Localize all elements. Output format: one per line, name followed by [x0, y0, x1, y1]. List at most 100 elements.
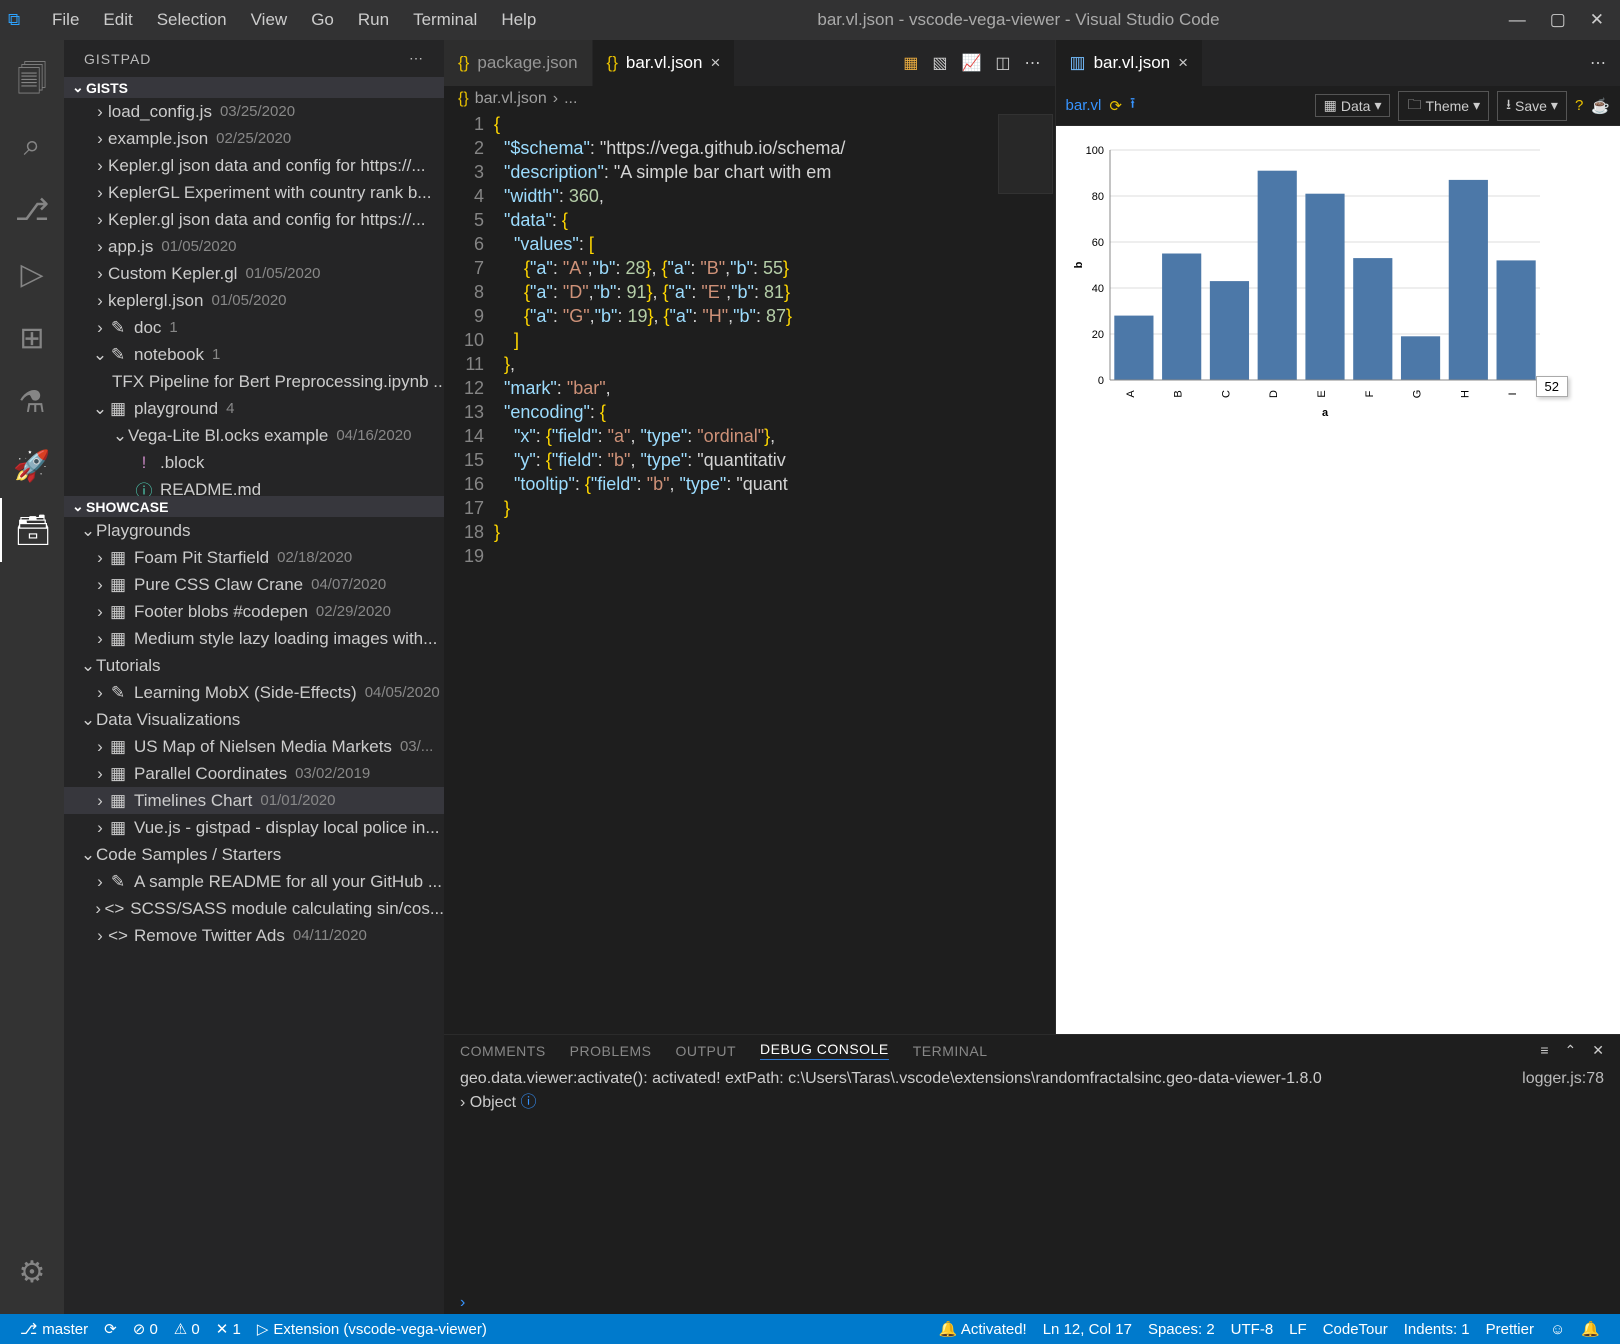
menu-terminal[interactable]: Terminal	[401, 6, 489, 34]
tab-close-icon[interactable]: ×	[710, 53, 720, 73]
menu-help[interactable]: Help	[489, 6, 548, 34]
tree-item[interactable]: ›▦US Map of Nielsen Media Markets03/...	[64, 733, 444, 760]
save-button[interactable]: ⭳ Save ▾	[1497, 91, 1567, 121]
panel-close-icon[interactable]: ✕	[1592, 1042, 1604, 1059]
rocket-icon[interactable]: 🚀	[0, 434, 64, 498]
tree-item[interactable]: ›▦Timelines Chart01/01/2020	[64, 787, 444, 814]
status-tasks[interactable]: ✕ 1	[208, 1320, 249, 1338]
section-showcase[interactable]: ⌄SHOWCASE	[64, 496, 444, 517]
tree-item[interactable]: ›▦Foam Pit Starfield02/18/2020	[64, 544, 444, 571]
code-editor[interactable]: 12345678910111213141516171819 { "$schema…	[444, 112, 1055, 1034]
debug-console-body[interactable]: logger.js:78geo.data.viewer:activate(): …	[444, 1066, 1620, 1292]
breadcrumb[interactable]: {}bar.vl.json›...	[444, 86, 1055, 112]
minimap[interactable]	[998, 114, 1053, 194]
menu-go[interactable]: Go	[299, 6, 346, 34]
tree-folder-notebook[interactable]: ⌄✎notebook1	[64, 341, 444, 368]
tab-bar-vl-json[interactable]: {}bar.vl.json×	[593, 40, 736, 86]
tree-folder-doc[interactable]: ›✎doc1	[64, 314, 444, 341]
side-panel-more-icon[interactable]: ⋯	[409, 50, 424, 67]
menu-view[interactable]: View	[239, 6, 300, 34]
code-content[interactable]: { "$schema": "https://vega.github.io/sch…	[494, 112, 1055, 1034]
more-actions-icon[interactable]: ⋯	[1025, 53, 1041, 73]
status-codetour[interactable]: CodeTour	[1315, 1320, 1396, 1338]
open-preview-icon[interactable]: ▧	[932, 53, 947, 73]
settings-icon[interactable]: ⚙	[0, 1240, 64, 1304]
window-minimize[interactable]: —	[1509, 10, 1526, 30]
tree-item[interactable]: ›✎Learning MobX (Side-Effects)04/05/2020	[64, 679, 444, 706]
status-indents[interactable]: Indents: 1	[1396, 1320, 1478, 1338]
donate-icon[interactable]: ☕	[1591, 97, 1610, 115]
status-activated[interactable]: 🔔 Activated!	[931, 1320, 1035, 1338]
tree-item[interactable]: ›✎A sample README for all your GitHub ..…	[64, 868, 444, 895]
status-encoding[interactable]: UTF-8	[1223, 1320, 1282, 1338]
more-actions-icon[interactable]: ⋯	[1590, 53, 1606, 73]
tree-folder-vegalite[interactable]: ⌄Vega-Lite Bl.ocks example04/16/2020	[64, 422, 444, 449]
log-object[interactable]: Object	[470, 1094, 516, 1111]
source-control-icon[interactable]: ⎇	[0, 178, 64, 242]
tree-group[interactable]: ⌄Code Samples / Starters	[64, 841, 444, 868]
tree-item[interactable]: ›▦Parallel Coordinates03/02/2019	[64, 760, 444, 787]
panel-tab-terminal[interactable]: TERMINAL	[913, 1043, 988, 1059]
panel-collapse-icon[interactable]: ⌃	[1565, 1042, 1577, 1059]
panel-tab-output[interactable]: OUTPUT	[675, 1043, 736, 1059]
status-errors[interactable]: ⊘ 0	[125, 1320, 166, 1338]
gistpad-icon[interactable]: 🗃	[0, 498, 64, 562]
status-eol[interactable]: LF	[1281, 1320, 1315, 1338]
status-position[interactable]: Ln 12, Col 17	[1035, 1320, 1140, 1338]
run-debug-icon[interactable]: ▷	[0, 242, 64, 306]
split-editor-icon[interactable]: ◫	[995, 53, 1010, 73]
panel-wrap-icon[interactable]: ≡	[1540, 1042, 1548, 1059]
tree-item[interactable]: ›Kepler.gl json data and config for http…	[64, 152, 444, 179]
status-prettier[interactable]: Prettier	[1478, 1320, 1542, 1338]
tab-package-json[interactable]: {}package.json	[444, 40, 593, 86]
status-bell-icon[interactable]: 🔔	[1573, 1320, 1608, 1338]
tree-group[interactable]: ⌄Playgrounds	[64, 517, 444, 544]
search-icon[interactable]: ⌕	[0, 114, 64, 178]
tree-folder-playground[interactable]: ⌄▦playground4	[64, 395, 444, 422]
tree-group[interactable]: ⌄Tutorials	[64, 652, 444, 679]
status-spaces[interactable]: Spaces: 2	[1140, 1320, 1223, 1338]
status-feedback-icon[interactable]: ☺	[1542, 1320, 1573, 1338]
tab-close-icon[interactable]: ×	[1178, 53, 1188, 73]
extensions-icon[interactable]: ⊞	[0, 306, 64, 370]
tree-item[interactable]: ›▦Medium style lazy loading images with.…	[64, 625, 444, 652]
window-maximize[interactable]: ▢	[1550, 10, 1566, 30]
window-close[interactable]: ✕	[1590, 10, 1604, 30]
bar-chart[interactable]: 020406080100ABCDEFGHIab	[1070, 140, 1550, 420]
tree-item[interactable]: ›<>Remove Twitter Ads04/11/2020	[64, 922, 444, 949]
tree-item[interactable]: ›Kepler.gl json data and config for http…	[64, 206, 444, 233]
tab-preview-bar-vl-json[interactable]: ▥bar.vl.json×	[1056, 40, 1204, 86]
tree-item[interactable]: ›app.js01/05/2020	[64, 233, 444, 260]
menu-edit[interactable]: Edit	[91, 6, 144, 34]
section-gists[interactable]: ⌄GISTS	[64, 77, 444, 98]
help-icon[interactable]: ?	[1575, 97, 1583, 114]
panel-tab-comments[interactable]: COMMENTS	[460, 1043, 546, 1059]
tree-item[interactable]: ›▦Vue.js - gistpad - display local polic…	[64, 814, 444, 841]
tree-file[interactable]: ⓘREADME.md	[64, 476, 444, 496]
data-button[interactable]: ▦ Data ▾	[1315, 94, 1391, 117]
refresh-icon[interactable]: ⟳	[1109, 97, 1122, 115]
status-branch[interactable]: ⎇ master	[12, 1320, 96, 1338]
menu-selection[interactable]: Selection	[145, 6, 239, 34]
menu-run[interactable]: Run	[346, 6, 401, 34]
status-launch[interactable]: ▷ Extension (vscode-vega-viewer)	[249, 1320, 495, 1338]
info-icon[interactable]: ⓘ	[520, 1094, 536, 1111]
theme-button[interactable]: 🗀 Theme ▾	[1398, 91, 1489, 121]
export-icon[interactable]: ⭱	[1130, 93, 1135, 118]
tree-item[interactable]: ›Custom Kepler.gl01/05/2020	[64, 260, 444, 287]
tree-item[interactable]: TFX Pipeline for Bert Preprocessing.ipyn…	[64, 368, 444, 395]
tree-file[interactable]: !.block	[64, 449, 444, 476]
testing-icon[interactable]: ⚗	[0, 370, 64, 434]
open-chart-icon[interactable]: 📈	[961, 53, 981, 73]
log-source[interactable]: logger.js:78	[1522, 1070, 1604, 1088]
panel-tab-debugconsole[interactable]: DEBUG CONSOLE	[760, 1041, 889, 1060]
tree-item[interactable]: ›example.json02/25/2020	[64, 125, 444, 152]
tree-item[interactable]: ›load_config.js03/25/2020	[64, 98, 444, 125]
tree-item[interactable]: ›▦Footer blobs #codepen02/29/2020	[64, 598, 444, 625]
tree-item[interactable]: ›<>SCSS/SASS module calculating sin/cos.…	[64, 895, 444, 922]
tree-item[interactable]: ›keplergl.json01/05/2020	[64, 287, 444, 314]
explorer-icon[interactable]: 🗐	[0, 50, 64, 114]
panel-tab-problems[interactable]: PROBLEMS	[570, 1043, 652, 1059]
status-sync[interactable]: ⟳	[96, 1320, 125, 1338]
debug-repl-input[interactable]: ›	[444, 1292, 1620, 1314]
